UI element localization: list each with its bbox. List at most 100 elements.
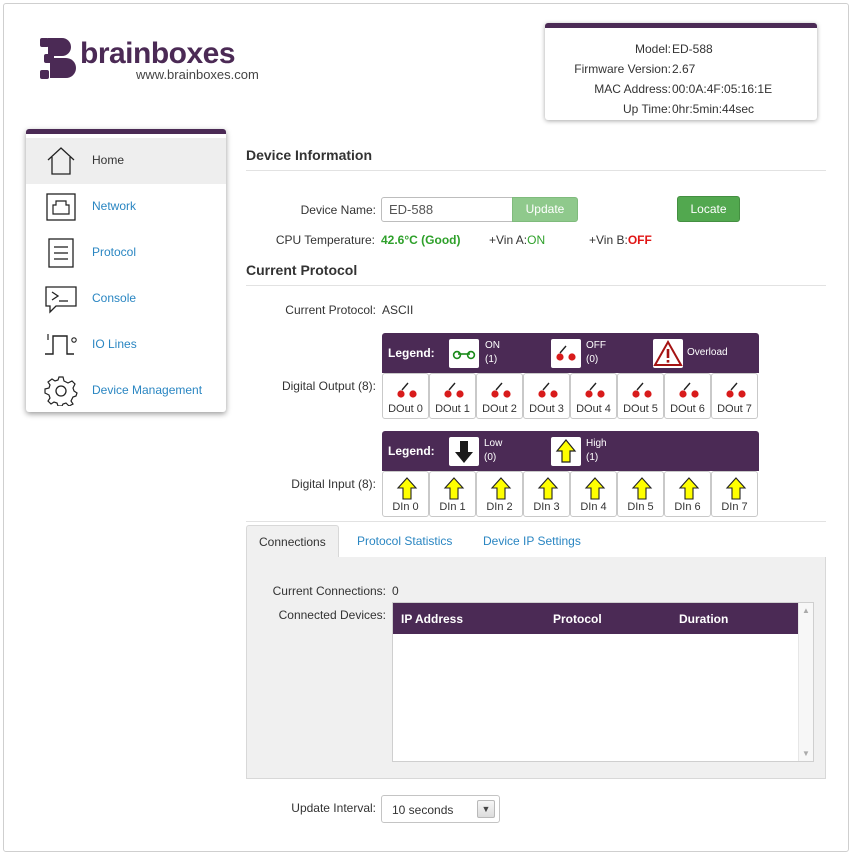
sidebar-item-label: Protocol — [92, 245, 137, 259]
legend-off-value: (0) — [586, 354, 599, 365]
sidebar-item-protocol[interactable]: Protocol — [26, 230, 226, 276]
digital-output-line-label: DOut 4 — [576, 403, 611, 415]
digital-output-line[interactable]: DOut 1 — [429, 373, 476, 419]
high-arrow-icon — [725, 477, 747, 500]
legend-title: Legend: — [388, 346, 435, 360]
update-interval-value: 10 seconds — [392, 803, 454, 817]
digital-output-line-label: DOut 0 — [388, 403, 423, 415]
mac-row: MAC Address: 00:0A:4F:05:16:1E — [545, 82, 817, 102]
sidebar-item-label: Home — [92, 153, 125, 167]
legend-low-label: Low — [484, 438, 503, 449]
mac-label: MAC Address: — [594, 82, 671, 96]
digital-output-line-label: DOut 5 — [623, 403, 658, 415]
sidebar-item-label: Device Management — [92, 383, 203, 397]
update-interval-label: Update Interval: — [291, 801, 376, 815]
table-scrollbar[interactable]: ▲ ▼ — [798, 603, 813, 761]
digital-output-label: Digital Output (8): — [281, 379, 376, 393]
model-label: Model: — [634, 42, 671, 56]
locate-button[interactable]: Locate — [677, 196, 740, 222]
off-switch-icon — [491, 382, 511, 398]
network-port-icon — [46, 193, 76, 221]
chevron-down-icon[interactable]: ▼ — [477, 800, 495, 818]
legend-on-value: (1) — [485, 354, 498, 365]
model-row: Model: ED-588 — [545, 42, 817, 62]
vin-b-label: +Vin B: — [589, 233, 628, 247]
current-connections-label: Current Connections: — [272, 584, 386, 598]
off-switch-icon — [726, 382, 746, 398]
legend-high-value: (1) — [586, 452, 599, 463]
cpu-temperature-label: CPU Temperature: — [275, 233, 375, 247]
low-arrow-icon — [449, 437, 479, 466]
uptime-value: 0hr:5min:44sec — [672, 102, 755, 116]
sidebar-item-label: Console — [92, 291, 137, 305]
digital-output-line-label: DOut 1 — [435, 403, 470, 415]
sidebar-item-console[interactable]: Console — [26, 276, 226, 322]
legend-low-value: (0) — [484, 452, 497, 463]
digital-output-line[interactable]: DOut 4 — [570, 373, 617, 419]
divider — [246, 170, 826, 171]
brainboxes-logo[interactable]: brainboxes www.brainboxes.com — [40, 34, 270, 86]
firmware-value: 2.67 — [672, 62, 696, 76]
digital-input-line: DIn 6 — [664, 471, 711, 517]
sidebar-item-device-management[interactable]: Device Management — [26, 368, 226, 414]
device-name-input[interactable] — [381, 197, 513, 222]
digital-output-line[interactable]: DOut 2 — [476, 373, 523, 419]
device-name-label: Device Name: — [300, 203, 376, 217]
digital-input-line: DIn 3 — [523, 471, 570, 517]
digital-output-line[interactable]: DOut 6 — [664, 373, 711, 419]
uptime-label: Up Time: — [622, 102, 671, 116]
digital-input-line-label: DIn 6 — [674, 501, 701, 513]
tab-protocol-statistics[interactable]: Protocol Statistics — [345, 525, 464, 558]
high-arrow-icon — [490, 477, 512, 500]
high-arrow-icon — [584, 477, 606, 500]
legend-overload-label: Overload — [687, 347, 728, 358]
sidebar-item-network[interactable]: Network — [26, 184, 226, 230]
digital-input-line: DIn 2 — [476, 471, 523, 517]
model-value: ED-588 — [672, 42, 713, 56]
tab-connections[interactable]: Connections — [246, 525, 339, 559]
legend-title: Legend: — [388, 444, 435, 458]
sidebar-item-home[interactable]: Home — [26, 138, 226, 184]
current-protocol-label: Current Protocol: — [285, 303, 376, 317]
cpu-temperature-value: 42.6°C (Good) — [381, 233, 461, 247]
update-button[interactable]: Update — [512, 197, 578, 222]
high-arrow-icon — [443, 477, 465, 500]
off-switch-icon — [551, 339, 581, 368]
vin-a-status: +Vin A:ON — [489, 233, 545, 247]
brainboxes-logo-mark-icon — [40, 38, 76, 79]
digital-output-line[interactable]: DOut 3 — [523, 373, 570, 419]
digital-output-line[interactable]: DOut 7 — [711, 373, 758, 419]
current-connections-value: 0 — [392, 584, 399, 598]
digital-output-line-label: DOut 2 — [482, 403, 517, 415]
digital-output-line[interactable]: DOut 5 — [617, 373, 664, 419]
divider — [246, 285, 826, 286]
column-ip-address: IP Address — [401, 612, 464, 626]
digital-input-line: DIn 5 — [617, 471, 664, 517]
digital-output-line-label: DOut 7 — [717, 403, 752, 415]
sidebar-item-label: Network — [92, 199, 137, 213]
legend-low: Low (0) — [484, 437, 502, 465]
firmware-label: Firmware Version: — [574, 62, 671, 76]
document-icon — [48, 238, 74, 268]
high-arrow-icon — [537, 477, 559, 500]
high-arrow-icon — [551, 437, 581, 466]
uptime-row: Up Time: 0hr:5min:44sec — [545, 102, 817, 122]
sidebar-item-io-lines[interactable]: IO Lines — [26, 322, 226, 368]
off-switch-icon — [585, 382, 605, 398]
scroll-up-icon[interactable]: ▲ — [802, 606, 810, 615]
update-interval-select[interactable]: 10 seconds ▼ — [381, 795, 500, 823]
off-switch-icon — [538, 382, 558, 398]
digital-input-lines: DIn 0 DIn 1 DIn 2 DIn 3 DIn 4 DIn 5 DIn 6 DIn 7 — [382, 471, 759, 517]
scroll-down-icon[interactable]: ▼ — [802, 749, 810, 758]
digital-input-line: DIn 1 — [429, 471, 476, 517]
gear-icon — [44, 376, 78, 406]
column-duration: Duration — [679, 612, 729, 626]
digital-output-lines: DOut 0 DOut 1 DOut 2 DOut 3 DOut 4 DOut 5 DOut… — [382, 373, 759, 419]
tab-device-ip-settings[interactable]: Device IP Settings — [471, 525, 593, 558]
digital-output-line-label: DOut 6 — [670, 403, 705, 415]
high-arrow-icon — [631, 477, 653, 500]
digital-output-line[interactable]: DOut 0 — [382, 373, 429, 419]
legend-on-label: ON — [485, 340, 500, 351]
connected-devices-label: Connected Devices: — [278, 608, 386, 622]
current-protocol-heading: Current Protocol — [246, 262, 358, 278]
